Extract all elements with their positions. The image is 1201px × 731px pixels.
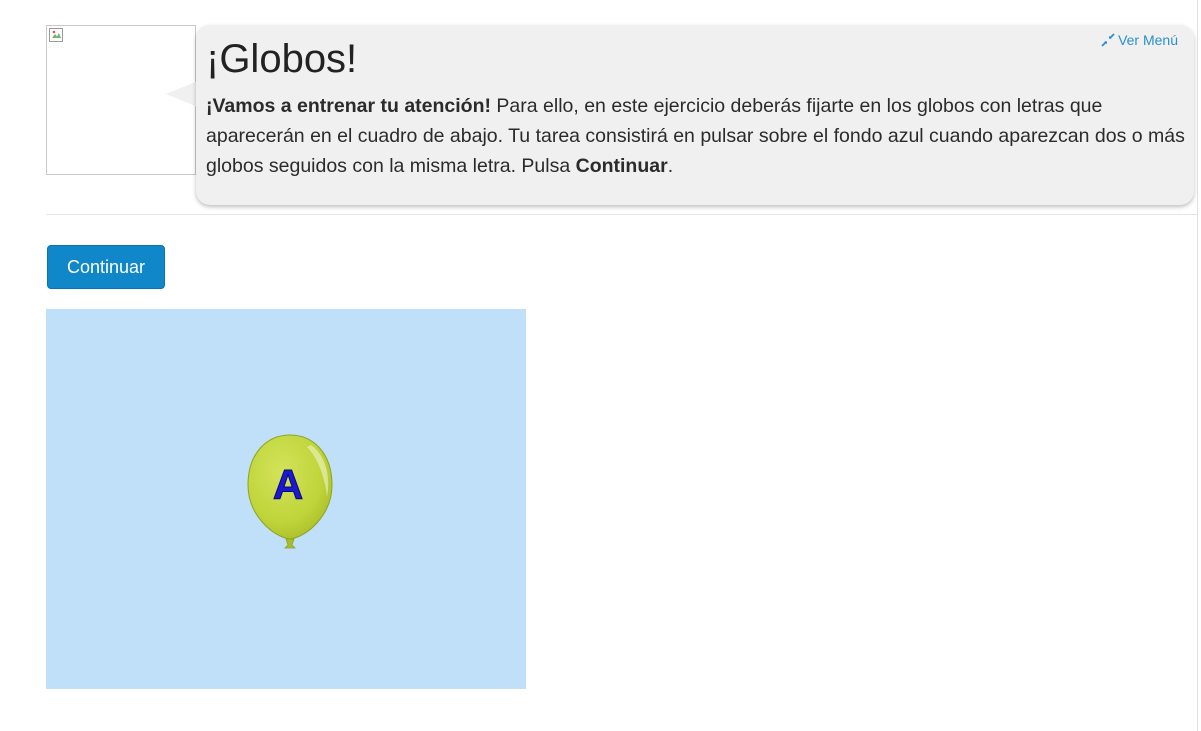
- compress-icon: [1101, 33, 1115, 47]
- page-title: ¡Globos!: [206, 37, 358, 81]
- continue-button[interactable]: Continuar: [47, 245, 165, 289]
- intro-bold-text: ¡Vamos a entrenar tu atención!: [206, 95, 491, 117]
- ver-menu-label[interactable]: Ver Menú: [1118, 32, 1178, 48]
- section-divider: [46, 214, 1197, 215]
- balloon-knot: [284, 538, 296, 549]
- ver-menu-link[interactable]: Ver Menú: [1101, 32, 1178, 48]
- game-area[interactable]: A: [46, 309, 526, 689]
- page: Ver Menú ¡Globos! ¡Vamos a entrenar tu a…: [0, 0, 1201, 731]
- instructions-panel: Ver Menú ¡Globos! ¡Vamos a entrenar tu a…: [196, 25, 1194, 205]
- end-period: .: [667, 155, 674, 177]
- instructions-text: ¡Vamos a entrenar tu atención! Para ello…: [206, 91, 1186, 181]
- balloon: A: [247, 434, 333, 549]
- page-right-border: [1197, 0, 1198, 731]
- balloon-letter: A: [273, 461, 303, 508]
- broken-image-icon: [49, 28, 63, 42]
- speech-bubble-pointer: [166, 80, 200, 108]
- continue-bold-text: Continuar: [575, 155, 668, 177]
